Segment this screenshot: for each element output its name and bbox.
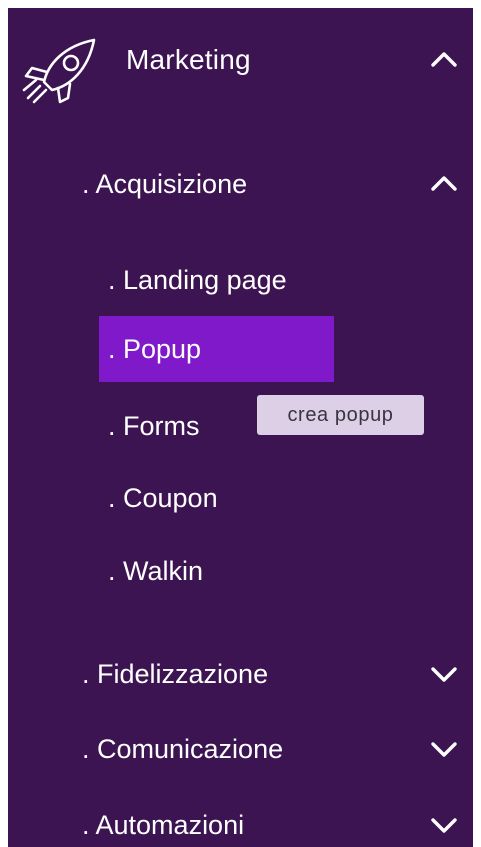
chevron-up-icon[interactable]: [429, 45, 459, 75]
sub-item-label: . Walkin: [108, 555, 204, 586]
section-label: . Automazioni: [82, 809, 245, 840]
section-fidelizzazione[interactable]: . Fidelizzazione: [8, 649, 473, 699]
section-label: . Comunicazione: [82, 733, 284, 764]
sub-item-label: . Forms: [108, 410, 200, 441]
rocket-icon: [22, 38, 96, 104]
chevron-up-icon[interactable]: [429, 169, 459, 199]
sub-item-landing-page[interactable]: . Landing page: [8, 255, 473, 305]
chevron-down-icon[interactable]: [429, 734, 459, 764]
tooltip: crea popup: [257, 395, 424, 435]
sub-item-coupon[interactable]: . Coupon: [8, 473, 473, 523]
sub-item-popup[interactable]: . Popup: [8, 324, 473, 374]
marketing-label: Marketing: [126, 44, 251, 75]
chevron-down-icon[interactable]: [429, 659, 459, 689]
section-acquisizione[interactable]: . Acquisizione: [8, 159, 473, 209]
sub-item-label: . Landing page: [108, 264, 287, 295]
chevron-down-icon[interactable]: [429, 810, 459, 840]
marketing-menu-header[interactable]: Marketing: [8, 28, 473, 104]
sub-item-label: . Coupon: [108, 482, 218, 513]
sub-item-label: . Popup: [108, 333, 202, 364]
sidebar-panel: Marketing . Acquisizione . Landing page …: [8, 8, 473, 847]
sub-item-walkin[interactable]: . Walkin: [8, 546, 473, 596]
section-automazioni[interactable]: . Automazioni: [8, 800, 473, 847]
section-label: . Fidelizzazione: [82, 658, 269, 689]
section-comunicazione[interactable]: . Comunicazione: [8, 724, 473, 774]
section-label: . Acquisizione: [82, 168, 248, 199]
